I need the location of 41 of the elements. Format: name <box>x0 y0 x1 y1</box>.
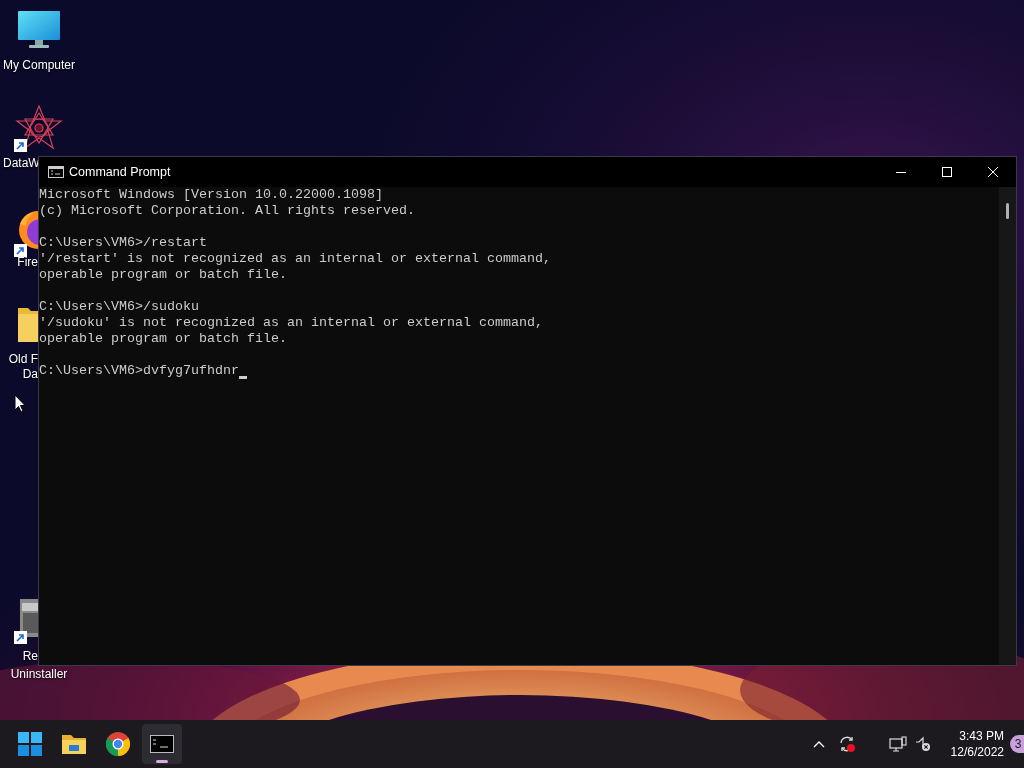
window-title: Command Prompt <box>69 163 171 181</box>
console-line: C:\Users\VM6>/restart <box>39 235 208 251</box>
notification-badge[interactable]: 3 <box>1010 735 1024 753</box>
minimize-icon <box>896 171 906 173</box>
console-line: operable program or batch file. <box>39 267 288 283</box>
icon-label[interactable]: Re <box>22 649 38 663</box>
close-icon <box>988 167 998 177</box>
chevron-up-icon[interactable] <box>812 740 825 748</box>
icon-label[interactable]: Old F <box>8 352 38 366</box>
clock[interactable]: 3:43 PM 12/6/2022 <box>950 728 1004 760</box>
console-line: '/restart' is not recognized as an internal or external command, <box>39 251 552 267</box>
icon-label[interactable]: Uninstaller <box>10 667 68 681</box>
console-line: operable program or batch file. <box>39 331 288 347</box>
console-line: Microsoft Windows [Version 10.0.22000.1098] <box>39 187 384 203</box>
icon-label[interactable]: Da <box>22 367 38 381</box>
clock-date: 12/6/2022 <box>950 744 1004 760</box>
windows-logo-icon <box>18 732 42 756</box>
clock-time: 3:43 PM <box>959 728 1004 744</box>
icon-label[interactable]: My Computer <box>3 58 75 72</box>
icon-label[interactable]: DataW <box>3 156 40 170</box>
icon-label[interactable]: Fire <box>17 255 38 269</box>
sync-icon[interactable] <box>837 735 856 753</box>
console-line: '/sudoku' is not recognized as an internal or external command, <box>39 315 544 331</box>
maximize-icon <box>942 167 952 177</box>
scrollbar-thumb[interactable] <box>1006 203 1009 219</box>
terminal-icon <box>150 735 174 753</box>
muted-speaker-icon[interactable] <box>914 736 931 752</box>
folder-icon <box>61 733 87 755</box>
box-icon <box>18 597 38 639</box>
console-line: (c) Microsoft Corporation. All rights reserved. <box>39 203 416 219</box>
console-line: C:\Users\VM6>/sudoku <box>39 299 200 315</box>
mouse-pointer-icon <box>14 394 26 413</box>
text-cursor <box>238 376 247 379</box>
command-input[interactable]: C:\Users\VM6>dvfyg7ufhdnr <box>39 363 239 379</box>
chrome-icon <box>106 732 130 756</box>
scrollbar[interactable] <box>999 187 1016 665</box>
active-indicator <box>156 760 168 763</box>
star-icon <box>15 105 63 151</box>
terminal-icon <box>48 166 64 178</box>
network-icon[interactable] <box>888 735 907 753</box>
taskbar-app-button[interactable] <box>142 724 182 764</box>
